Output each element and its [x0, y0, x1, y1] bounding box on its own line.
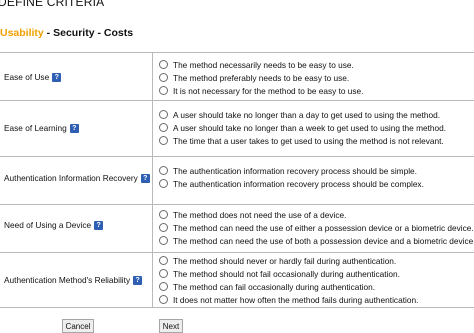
criterion-name: Ease of Use	[4, 72, 50, 82]
radio-button[interactable]	[159, 110, 168, 119]
radio-button[interactable]	[159, 86, 168, 95]
step-costs: - Costs	[94, 27, 134, 39]
column-divider	[152, 205, 153, 252]
option[interactable]: The method preferably needs to be easy t…	[159, 71, 363, 84]
column-divider	[152, 253, 153, 307]
option[interactable]: The method should not fail occasionally …	[159, 267, 418, 280]
criterion-row-ease-of-learning: Ease of Learning ? A user should take no…	[0, 100, 474, 156]
criterion-row-device-need: Need of Using a Device ? The method does…	[0, 204, 474, 252]
column-divider	[152, 101, 153, 156]
option-label: The method can fail occasionally during …	[173, 281, 376, 292]
criterion-row-reliability: Authentication Method's Reliability ? Th…	[0, 252, 474, 308]
option[interactable]: A user should take no longer than a week…	[159, 121, 446, 134]
radio-button[interactable]	[159, 166, 168, 175]
option[interactable]: The authentication information recovery …	[159, 164, 424, 177]
radio-button[interactable]	[159, 179, 168, 188]
option[interactable]: A user should take no longer than a day …	[159, 108, 446, 121]
option-label: The method should not fail occasionally …	[173, 268, 400, 279]
next-button[interactable]: Next	[159, 319, 183, 333]
option[interactable]: The method can need the use of both a po…	[159, 234, 474, 247]
option-label: It does not matter how often the method …	[173, 294, 419, 305]
criterion-label: Ease of Use ?	[4, 72, 62, 82]
radio-button[interactable]	[159, 236, 168, 245]
option[interactable]: The method should never or hardly fail d…	[159, 254, 418, 267]
option[interactable]: The time that a user takes to get used t…	[159, 134, 446, 147]
page-title: DEFINE CRITERIA	[0, 0, 105, 9]
option-label: The method should never or hardly fail d…	[173, 255, 397, 266]
option-label: The method does not need the use of a de…	[173, 209, 347, 220]
option-label: The method can need the use of both a po…	[173, 235, 474, 246]
radio-button[interactable]	[159, 210, 168, 219]
criteria-table: Ease of Use ? The method necessarily nee…	[0, 52, 474, 308]
option-label: The method necessarily needs to be easy …	[173, 59, 354, 70]
option-label: It is not necessary for the method to be…	[173, 85, 364, 96]
radio-button[interactable]	[159, 60, 168, 69]
criterion-name: Need of Using a Device	[4, 220, 92, 230]
radio-button[interactable]	[159, 223, 168, 232]
radio-button[interactable]	[159, 282, 168, 291]
help-icon[interactable]: ?	[133, 275, 143, 285]
option[interactable]: The method does not need the use of a de…	[159, 208, 474, 221]
option-group: The method does not need the use of a de…	[159, 208, 474, 247]
step-usability: Usability	[0, 27, 44, 39]
help-icon[interactable]: ?	[69, 123, 79, 133]
option-label: The method preferably needs to be easy t…	[173, 72, 350, 83]
help-icon[interactable]: ?	[140, 173, 150, 183]
criterion-row-ease-of-use: Ease of Use ? The method necessarily nee…	[0, 52, 474, 100]
criterion-label: Authentication Information Recovery ?	[4, 173, 150, 183]
column-divider	[152, 53, 153, 100]
help-icon[interactable]: ?	[52, 72, 62, 82]
option[interactable]: The method can need the use of either a …	[159, 221, 474, 234]
column-divider	[152, 157, 153, 204]
radio-button[interactable]	[159, 123, 168, 132]
option-group: The authentication information recovery …	[159, 164, 424, 190]
radio-button[interactable]	[159, 295, 168, 304]
option-label: A user should take no longer than a week…	[173, 122, 447, 133]
criterion-label: Authentication Method's Reliability ?	[4, 275, 143, 285]
option[interactable]: The authentication information recovery …	[159, 177, 424, 190]
option-group: A user should take no longer than a day …	[159, 108, 446, 147]
option-label: The authentication information recovery …	[173, 178, 424, 189]
step-security: - Security	[43, 27, 95, 39]
step-breadcrumb: Usability - Security - Costs	[0, 27, 133, 39]
option[interactable]: It is not necessary for the method to be…	[159, 84, 363, 97]
option-label: The method can need the use of either a …	[173, 222, 474, 233]
option[interactable]: It does not matter how often the method …	[159, 293, 418, 306]
option-label: A user should take no longer than a day …	[173, 109, 441, 120]
criterion-name: Authentication Method's Reliability	[4, 275, 131, 285]
option[interactable]: The method necessarily needs to be easy …	[159, 58, 363, 71]
option[interactable]: The method can fail occasionally during …	[159, 280, 418, 293]
option-group: The method necessarily needs to be easy …	[159, 58, 363, 97]
option-label: The authentication information recovery …	[173, 165, 417, 176]
criterion-name: Authentication Information Recovery	[4, 173, 138, 183]
option-label: The time that a user takes to get used t…	[173, 135, 444, 146]
criterion-label: Ease of Learning ?	[4, 123, 79, 133]
option-group: The method should never or hardly fail d…	[159, 254, 418, 306]
radio-button[interactable]	[159, 73, 168, 82]
criterion-name: Ease of Learning	[4, 123, 67, 133]
radio-button[interactable]	[159, 269, 168, 278]
criterion-label: Need of Using a Device ?	[4, 220, 104, 230]
criterion-row-auth-info-recovery: Authentication Information Recovery ? Th…	[0, 156, 474, 204]
radio-button[interactable]	[159, 256, 168, 265]
help-icon[interactable]: ?	[94, 220, 104, 230]
cancel-button[interactable]: Cancel	[62, 319, 94, 333]
radio-button[interactable]	[159, 136, 168, 145]
